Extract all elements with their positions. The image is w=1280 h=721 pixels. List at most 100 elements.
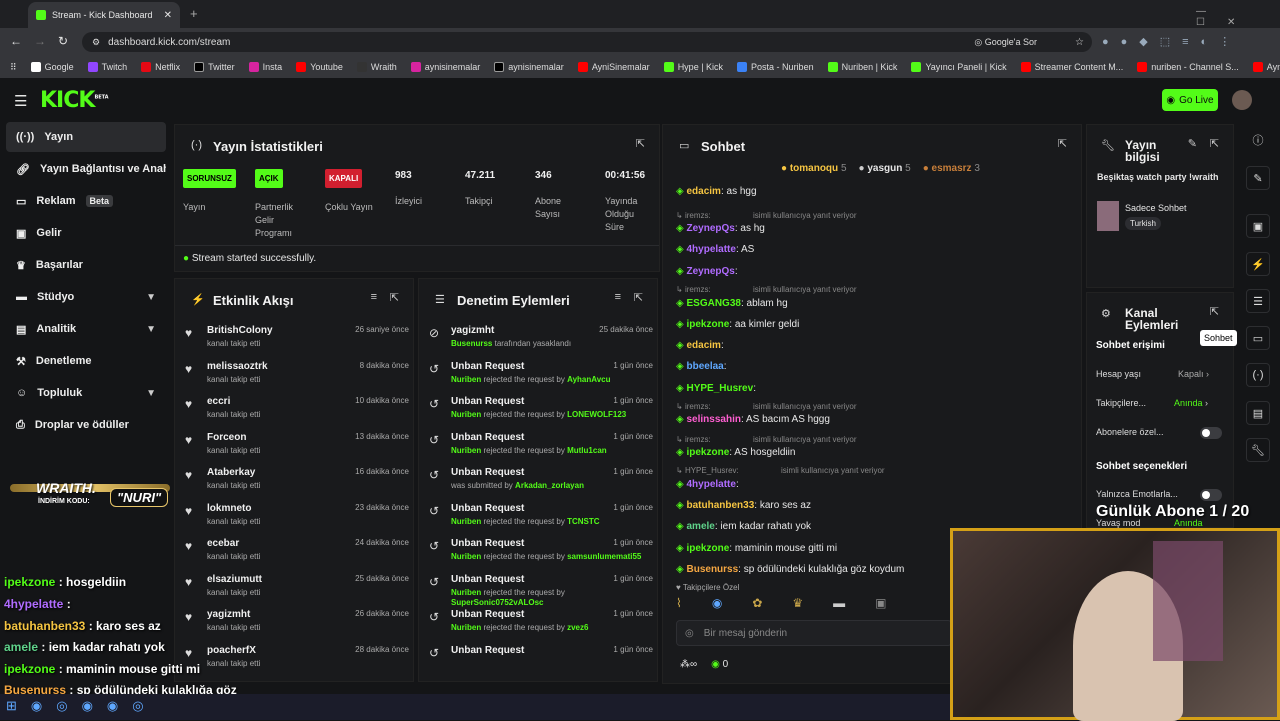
chat-input[interactable]: ◎ Bir mesaj gönderin (676, 620, 952, 646)
sidebar-item-studyo[interactable]: ▬ Stüdyo ▼ (6, 282, 166, 312)
chat-username[interactable]: amele (686, 521, 714, 532)
chat-message[interactable]: ◈ batuhanben33: karo ses az (676, 500, 811, 511)
apps-icon[interactable]: ⠿ (10, 62, 17, 73)
activity-row[interactable]: ♥ lokmneto kanalı takip etti 23 dakika ö… (185, 501, 409, 537)
list-icon[interactable]: ☰ (1246, 289, 1270, 313)
edit-icon[interactable]: ✎ (1188, 137, 1197, 150)
chat-message[interactable]: ◈ edacim: as hgg (676, 186, 757, 197)
sidebar-item-yayin[interactable]: ((·)) Yayın (6, 122, 166, 152)
chat-username[interactable]: ipekzone (686, 319, 729, 330)
top-gifter[interactable]: ● esmasrz 3 (923, 163, 980, 174)
activity-row[interactable]: ♥ ecebar kanalı takip etti 24 dakika önc… (185, 536, 409, 572)
activity-row[interactable]: ♥ elsaziumutt kanalı takip etti 25 dakik… (185, 572, 409, 608)
reply-context[interactable]: ↳ iremzs: isimli kullanıcıya yanıt veriy… (676, 285, 857, 294)
moderation-row[interactable]: ↺ Unban Request Nuriben rejected the req… (429, 501, 653, 537)
google-ask-button[interactable]: ◎ Google'a Sor (974, 37, 1037, 48)
mod-target[interactable]: samsunlumemati55 (567, 552, 641, 561)
bookmark-item[interactable]: Twitter (194, 62, 235, 72)
back-icon[interactable]: ← (10, 34, 22, 48)
mod-target[interactable]: Mutlu1can (567, 446, 607, 455)
moderation-row[interactable]: ↺ Unban Request Nuriben rejected the req… (429, 536, 653, 572)
chat-message[interactable]: ◈ HYPE_Husrev: (676, 383, 756, 394)
lightning-icon[interactable]: ⚡ (1246, 252, 1270, 276)
activity-user[interactable]: Forceon (207, 432, 246, 443)
sidebar-item-analitik[interactable]: ▤ Analitik ▼ (6, 314, 166, 344)
moderation-row[interactable]: ↺ Unban Request was submitted by Arkadan… (429, 465, 653, 501)
followers-only-row[interactable]: Takipçilere... Anında › (1096, 398, 1208, 408)
chat-username[interactable]: edacim (686, 340, 720, 351)
reload-icon[interactable]: ↻ (58, 34, 68, 48)
chat-message[interactable]: ◈ Busenurss: sp ödülündeki kulaklığa göz… (676, 564, 904, 575)
mod-target[interactable]: zvez6 (567, 623, 588, 632)
mod-actor[interactable]: Nuriben (451, 517, 481, 526)
mod-actor[interactable]: Nuriben (451, 552, 481, 561)
chat-message[interactable]: ◈ ZeynepQs: (676, 266, 738, 277)
bookmark-item[interactable]: Streamer Content M... (1020, 62, 1123, 72)
subscribers-only-toggle[interactable] (1200, 427, 1222, 439)
popout-icon[interactable]: ⇱ (634, 291, 643, 304)
chat-username[interactable]: 4hypelatte (686, 244, 735, 255)
bookmark-item[interactable]: Aynı Sinemalar - Ça... (1252, 62, 1280, 72)
broadcast-icon[interactable]: (·) (1246, 363, 1270, 387)
chat-username[interactable]: batuhanben33 (686, 500, 754, 511)
activity-row[interactable]: ♥ yagizmht kanalı takip etti 26 dakika ö… (185, 607, 409, 643)
reply-context[interactable]: ↳ iremzs: isimli kullanıcıya yanıt veriy… (676, 402, 857, 411)
close-icon[interactable]: ✕ (164, 10, 172, 21)
chat-username[interactable]: ipekzone (686, 543, 729, 554)
chat-message[interactable]: ◈ edacim: (676, 340, 724, 351)
bookmark-item[interactable]: AyniSinemalar (577, 62, 650, 72)
reply-context[interactable]: ↳ iremzs: isimli kullanıcıya yanıt veriy… (676, 211, 857, 220)
chat-message[interactable]: ◈ ipekzone: AS hosgeldiin (676, 447, 795, 458)
filter-icon[interactable]: ≡ (371, 291, 377, 303)
bookmark-item[interactable]: nuriben - Channel S... (1137, 62, 1239, 72)
popout-icon[interactable]: ⇱ (1058, 137, 1067, 150)
subscribers-only-row[interactable]: Abonelere özel... (1096, 427, 1164, 437)
mod-actor[interactable]: Nuriben (451, 375, 481, 384)
chat-message[interactable]: ◈ ipekzone: maminin mouse gitti mi (676, 543, 837, 554)
bookmark-item[interactable]: Hype | Kick (663, 62, 723, 72)
activity-row[interactable]: ♥ Forceon kanalı takip etti 13 dakika ön… (185, 430, 409, 466)
bookmark-item[interactable]: Twitch (87, 62, 127, 72)
account-age-row[interactable]: Hesap yaşı Kapalı › (1096, 369, 1209, 379)
mod-target[interactable]: SuperSonic0752vALOsc (451, 598, 543, 607)
chat-message[interactable]: ◈ ESGANG38: ablam hg (676, 298, 788, 309)
bookmark-item[interactable]: Youtube (296, 62, 343, 72)
activity-user[interactable]: BritishColony (207, 325, 273, 336)
popout-icon[interactable]: ⇱ (636, 137, 645, 150)
sidebar-item-droplar[interactable]: ⎙ Droplar ve ödüller (6, 410, 166, 440)
filter-icon[interactable]: ≡ (615, 291, 621, 303)
sidebar-item-stream-key[interactable]: 🔗︎ Yayın Bağlantısı ve Anahtar (6, 154, 166, 184)
forward-icon[interactable]: → (34, 34, 46, 48)
chat-username[interactable]: bbeelaa (686, 361, 723, 372)
sidebar-item-denetleme[interactable]: ⚒ Denetleme (6, 346, 166, 376)
chat-username[interactable]: Busenurss (686, 564, 738, 575)
chat-username[interactable]: selinssahin (686, 414, 740, 425)
sidebar-item-topluluk[interactable]: ☺ Topluluk ▼ (6, 378, 166, 408)
mod-actor[interactable]: Nuriben (451, 588, 481, 597)
bookmark-item[interactable]: Posta - Nuriben (737, 62, 814, 72)
chat-message[interactable]: ◈ ipekzone: aa kimler geldi (676, 319, 799, 330)
top-gifter[interactable]: ● yasgun 5 (859, 163, 911, 174)
chat-username[interactable]: ipekzone (686, 447, 729, 458)
mod-actor[interactable]: Nuriben (451, 410, 481, 419)
new-tab-icon[interactable]: + (190, 6, 198, 21)
bookmark-item[interactable]: Wraith (356, 62, 397, 72)
activity-user[interactable]: lokmneto (207, 503, 251, 514)
chat-message[interactable]: ◈ bbeelaa: (676, 361, 727, 372)
activity-user[interactable]: eccri (207, 396, 230, 407)
moderation-row[interactable]: ↺ Unban Request Nuriben rejected the req… (429, 359, 653, 395)
info-icon[interactable]: ⓘ (1246, 128, 1270, 152)
chat-username[interactable]: edacim (686, 186, 720, 197)
activity-user[interactable]: yagizmht (207, 609, 250, 620)
reply-context[interactable]: ↳ iremzs: isimli kullanıcıya yanıt veriy… (676, 435, 857, 444)
browser-tab[interactable]: Stream - Kick Dashboard ✕ (28, 2, 180, 28)
bookmark-item[interactable]: aynisinemalar (494, 62, 564, 72)
chat-username[interactable]: ESGANG38 (686, 298, 740, 309)
mod-actor[interactable]: Busenurss (451, 339, 492, 348)
mod-actor[interactable]: Nuriben (451, 446, 481, 455)
extension-icons[interactable]: ●●◆⬚≡◐⋮ (1102, 35, 1242, 48)
activity-user[interactable]: elsaziumutt (207, 574, 262, 585)
site-info-icon[interactable]: ⚙ (92, 37, 100, 48)
activity-row[interactable]: ♥ eccri kanalı takip etti 10 dakika önce (185, 394, 409, 430)
activity-row[interactable]: ♥ melissaoztrk kanalı takip etti 8 dakik… (185, 359, 409, 395)
